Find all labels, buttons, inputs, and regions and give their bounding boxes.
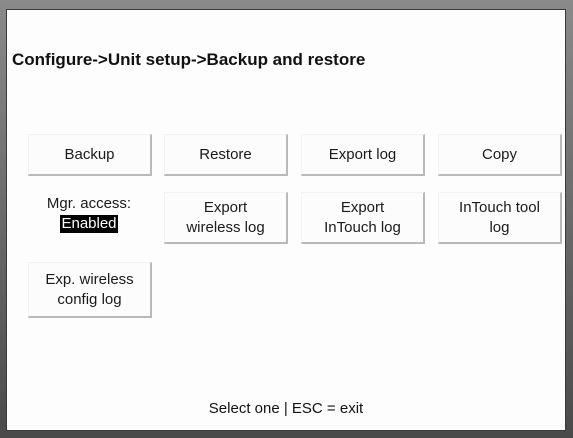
mgr-access-value[interactable]: Enabled <box>60 215 118 233</box>
export-intouch-log-button[interactable]: Export InTouch log <box>301 192 425 244</box>
exp-wireless-config-log-line1: Exp. wireless <box>45 270 134 288</box>
export-log-button[interactable]: Export log <box>301 134 425 176</box>
export-wireless-log-line1: Export <box>203 198 248 216</box>
exp-wireless-config-log-line2: config log <box>57 290 122 308</box>
device-screen: Configure->Unit setup->Backup and restor… <box>6 9 566 431</box>
intouch-tool-log-button[interactable]: InTouch tool log <box>438 192 562 244</box>
export-wireless-log-button[interactable]: Export wireless log <box>164 192 288 244</box>
intouch-tool-log-line1: InTouch tool <box>459 198 540 216</box>
export-wireless-log-line2: wireless log <box>186 218 265 236</box>
export-intouch-log-line2: InTouch log <box>324 218 401 236</box>
mgr-access-setting[interactable]: Mgr. access: Enabled <box>29 194 149 234</box>
copy-button[interactable]: Copy <box>438 134 562 176</box>
breadcrumb: Configure->Unit setup->Backup and restor… <box>12 50 366 69</box>
status-footer: Select one | ESC = exit <box>208 400 364 417</box>
backup-button[interactable]: Backup <box>28 134 152 176</box>
intouch-tool-log-line2: log <box>489 218 510 236</box>
exp-wireless-config-log-button[interactable]: Exp. wireless config log <box>28 262 152 318</box>
export-intouch-log-line1: Export <box>340 198 385 216</box>
mgr-access-label: Mgr. access: <box>46 195 132 212</box>
restore-button[interactable]: Restore <box>164 134 288 176</box>
